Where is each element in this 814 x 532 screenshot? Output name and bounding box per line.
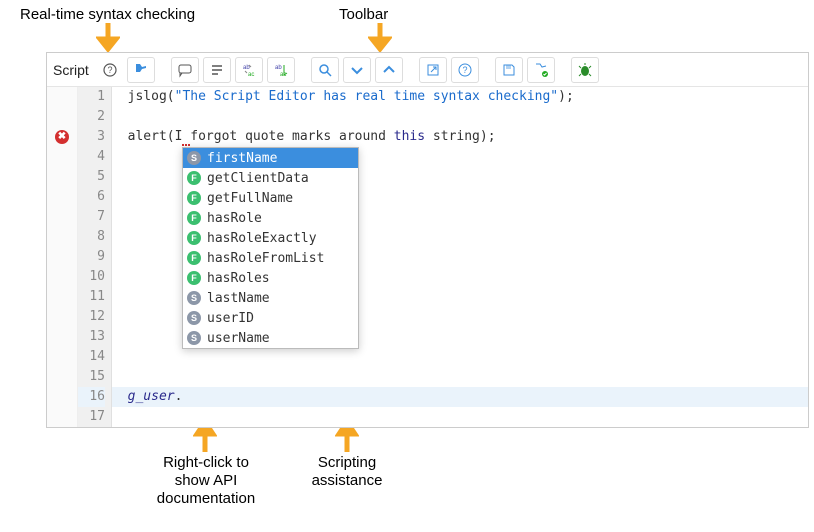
autocomplete-label: hasRoles <box>207 271 270 286</box>
toggle-syntax-button[interactable] <box>527 57 555 83</box>
error-column: ✖ <box>47 87 78 427</box>
autocomplete-item[interactable]: FhasRoles <box>183 268 358 288</box>
popout-button[interactable] <box>419 57 447 83</box>
svg-text:ab: ab <box>275 65 282 71</box>
script-tree-button[interactable] <box>127 57 155 83</box>
string-icon: S <box>187 311 201 325</box>
autocomplete-label: hasRoleFromList <box>207 251 324 266</box>
autocomplete-item[interactable]: FhasRoleFromList <box>183 248 358 268</box>
search-button[interactable] <box>311 57 339 83</box>
search-next-button[interactable] <box>343 57 371 83</box>
autocomplete-label: firstName <box>207 151 277 166</box>
help-button[interactable]: ? <box>451 57 479 83</box>
autocomplete-label: lastName <box>207 291 270 306</box>
autocomplete-item[interactable]: SfirstName <box>183 148 358 168</box>
callout-syntax-check: Real-time syntax checking <box>20 6 195 24</box>
comment-button[interactable] <box>171 57 199 83</box>
editor-toolbar: Script ? abac abac ? <box>47 53 808 87</box>
editor-body: ✖ 1 2 3 4 5 6 7 8 9 10 11 12 13 14 15 16… <box>47 87 808 427</box>
string-icon: S <box>187 331 201 345</box>
autocomplete-label: userID <box>207 311 254 326</box>
svg-text:?: ? <box>462 65 467 75</box>
search-prev-button[interactable] <box>375 57 403 83</box>
autocomplete-label: hasRole <box>207 211 262 226</box>
debug-button[interactable] <box>571 57 599 83</box>
function-icon: F <box>187 231 201 245</box>
function-icon: F <box>187 211 201 225</box>
function-icon: F <box>187 251 201 265</box>
autocomplete-item[interactable]: FhasRole <box>183 208 358 228</box>
callout-scripting-assistance: Scripting assistance <box>302 454 392 490</box>
code-area[interactable]: jslog("The Script Editor has real time s… <box>112 87 808 427</box>
format-button[interactable] <box>203 57 231 83</box>
error-marker[interactable]: ✖ <box>47 127 77 147</box>
autocomplete-item[interactable]: SuserID <box>183 308 358 328</box>
autocomplete-item[interactable]: FhasRoleExactly <box>183 228 358 248</box>
svg-text:?: ? <box>107 65 112 75</box>
info-icon[interactable]: ? <box>97 58 123 82</box>
autocomplete-item[interactable]: SlastName <box>183 288 358 308</box>
function-icon: F <box>187 271 201 285</box>
autocomplete-item[interactable]: SuserName <box>183 328 358 348</box>
svg-text:ac: ac <box>280 72 286 78</box>
callout-api-docs: Right-click to show API documentation <box>146 454 266 508</box>
line-number-gutter: 1 2 3 4 5 6 7 8 9 10 11 12 13 14 15 16 1… <box>78 87 112 427</box>
autocomplete-label: getFullName <box>207 191 293 206</box>
autocomplete-item[interactable]: FgetClientData <box>183 168 358 188</box>
callout-toolbar: Toolbar <box>339 6 388 24</box>
autocomplete-popup: SfirstNameFgetClientDataFgetFullNameFhas… <box>182 147 359 349</box>
autocomplete-item[interactable]: FgetFullName <box>183 188 358 208</box>
replace-button[interactable]: abac <box>235 57 263 83</box>
string-icon: S <box>187 151 201 165</box>
save-button[interactable] <box>495 57 523 83</box>
string-icon: S <box>187 291 201 305</box>
function-icon: F <box>187 171 201 185</box>
svg-text:ac: ac <box>248 72 254 78</box>
autocomplete-label: getClientData <box>207 171 309 186</box>
toolbar-label: Script <box>53 62 89 78</box>
autocomplete-label: hasRoleExactly <box>207 231 317 246</box>
replace-all-button[interactable]: abac <box>267 57 295 83</box>
script-editor: Script ? abac abac ? ✖ 1 2 3 4 5 <box>46 52 809 428</box>
function-icon: F <box>187 191 201 205</box>
autocomplete-label: userName <box>207 331 270 346</box>
